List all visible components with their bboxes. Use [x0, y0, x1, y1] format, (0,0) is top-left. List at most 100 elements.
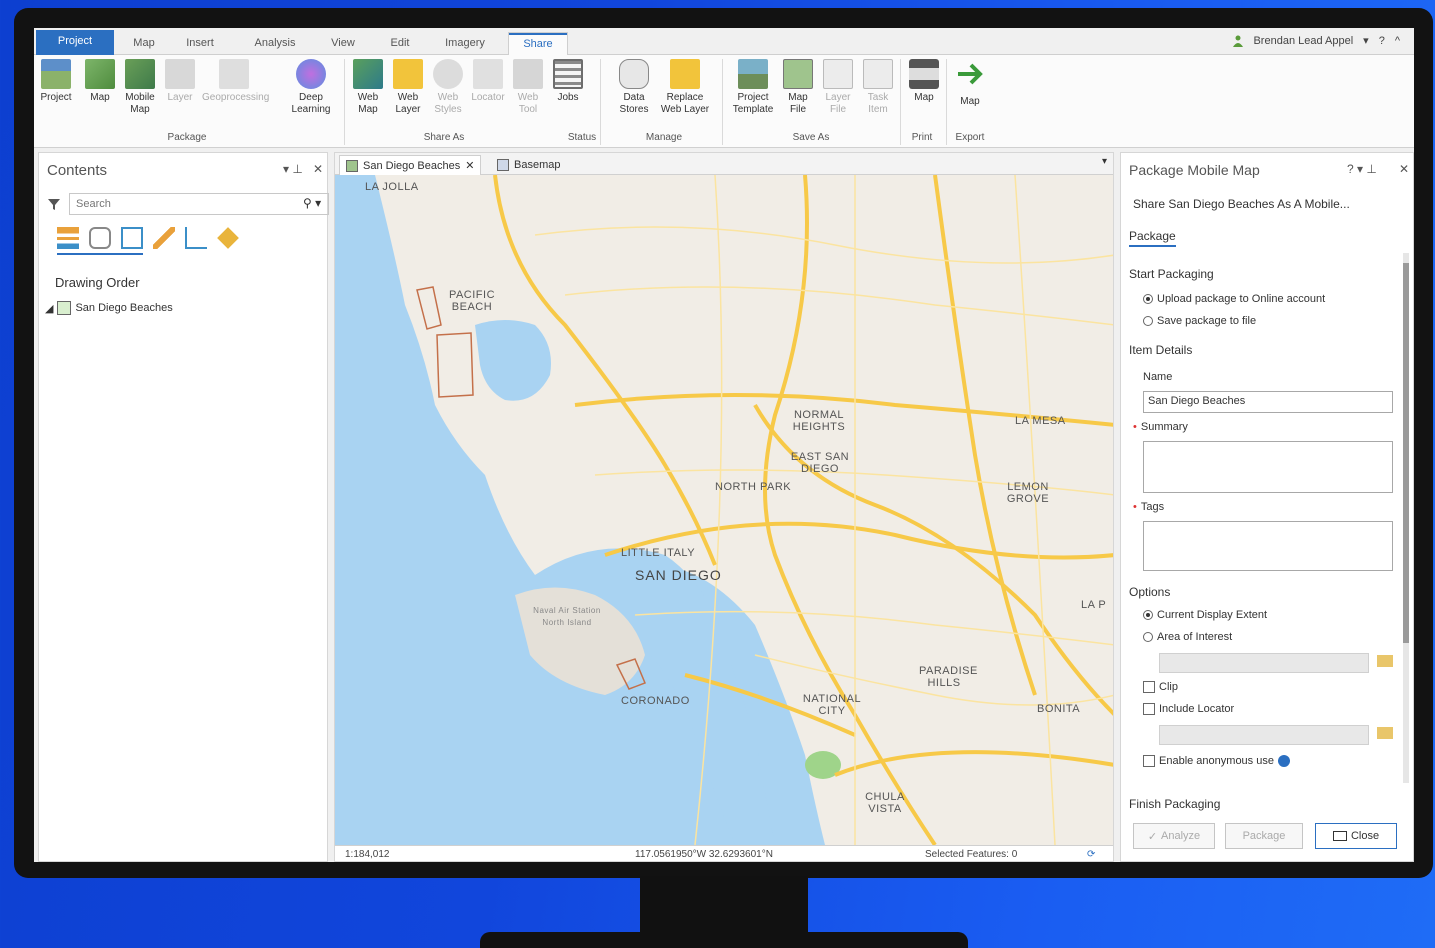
user-signin[interactable]: Brendan Lead Appel ▾ ? ^: [1233, 34, 1400, 47]
name-label: Name: [1143, 371, 1173, 383]
locator-dropdown[interactable]: [1159, 725, 1369, 745]
place-label: BONITA: [1037, 703, 1081, 715]
tab-list-icon[interactable]: ▾: [1102, 156, 1107, 167]
scale-readout[interactable]: 1:184,012: [345, 849, 390, 860]
package-layer-button[interactable]: Layer: [162, 59, 198, 104]
search-icon[interactable]: ⚲ ▾: [303, 196, 321, 210]
anonymous-use-option[interactable]: Enable anonymous use: [1143, 755, 1290, 767]
share-web-styles-button[interactable]: Web Styles: [430, 59, 466, 116]
close-window-icon: [1332, 831, 1347, 841]
share-web-layer-button[interactable]: Web Layer: [390, 59, 426, 116]
help-icon[interactable]: ?: [1379, 35, 1385, 47]
name-field[interactable]: San Diego Beaches: [1143, 391, 1393, 413]
info-icon[interactable]: [1277, 755, 1290, 767]
aoi-dropdown[interactable]: [1159, 653, 1369, 673]
save-to-file-option[interactable]: Save package to file: [1143, 315, 1256, 327]
web-styles-icon: [433, 59, 463, 89]
close-icon[interactable]: ✕: [1399, 162, 1409, 176]
search-input[interactable]: Search: [69, 193, 329, 215]
tab-view[interactable]: View: [320, 32, 366, 55]
project-template-button[interactable]: Project Template: [730, 59, 776, 116]
pane-scrollbar[interactable]: [1403, 253, 1409, 783]
tab-analysis[interactable]: Analysis: [240, 32, 310, 55]
expand-icon[interactable]: ◢: [45, 302, 53, 315]
tab-insert[interactable]: Insert: [174, 32, 226, 55]
checkbox[interactable]: [1143, 755, 1155, 767]
summary-textarea[interactable]: [1143, 441, 1393, 493]
tab-package[interactable]: Package: [1129, 229, 1176, 247]
ribbon-separator: [600, 59, 601, 145]
radio-button[interactable]: [1143, 610, 1153, 620]
package-button[interactable]: Package: [1225, 823, 1303, 849]
tab-edit[interactable]: Edit: [378, 32, 422, 55]
include-locator-option[interactable]: Include Locator: [1143, 703, 1234, 715]
tab-imagery[interactable]: Imagery: [432, 32, 498, 55]
share-web-tool-button[interactable]: Web Tool: [510, 59, 546, 116]
package-map-button[interactable]: Map: [82, 59, 118, 104]
tab-basemap[interactable]: Basemap: [491, 155, 566, 175]
checkbox[interactable]: [1143, 703, 1155, 715]
tab-project[interactable]: Project: [36, 30, 114, 55]
folder-icon[interactable]: [1377, 655, 1393, 667]
analyze-button[interactable]: ✓ Analyze: [1133, 823, 1215, 849]
user-icon: [1233, 35, 1244, 47]
pane-help-icon[interactable]: ? ▾ ⊥: [1347, 162, 1377, 176]
user-dropdown-icon[interactable]: ▾: [1363, 34, 1369, 47]
map-view[interactable]: San Diego Beaches ✕ Basemap ▾ LA JOLLA P…: [334, 152, 1114, 862]
ribbon-separator: [722, 59, 723, 145]
list-by-data-source-icon[interactable]: [89, 227, 111, 249]
layer-file-button[interactable]: Layer File: [820, 59, 856, 116]
package-mobile-map-button[interactable]: Mobile Map: [122, 59, 158, 116]
map-file-button[interactable]: Map File: [780, 59, 816, 116]
export-map-button[interactable]: Map: [952, 59, 988, 108]
ribbon-share: Project Map Mobile Map Layer Geoprocessi…: [34, 55, 1414, 148]
collapse-ribbon-icon[interactable]: ^: [1395, 35, 1400, 47]
map-status-bar: 1:184,012 117.0561950°W 32.6293601°N Sel…: [335, 845, 1113, 861]
coordinate-readout: 117.0561950°W 32.6293601°N: [635, 849, 773, 860]
print-map-button[interactable]: Map: [906, 59, 942, 104]
package-project-button[interactable]: Project: [38, 59, 74, 104]
list-by-drawing-order-icon[interactable]: [57, 227, 79, 249]
folder-icon[interactable]: [1377, 727, 1393, 739]
layer-row[interactable]: ◢ San Diego Beaches: [45, 301, 173, 315]
arcgis-pro-window: Project Map Insert Analysis View Edit Im…: [34, 28, 1414, 862]
tab-share[interactable]: Share: [508, 32, 568, 56]
tab-san-diego-beaches[interactable]: San Diego Beaches ✕: [339, 155, 482, 176]
clip-option[interactable]: Clip: [1143, 681, 1178, 693]
area-of-interest-option[interactable]: Area of Interest: [1143, 631, 1232, 643]
options-heading: Options: [1129, 585, 1171, 599]
radio-button[interactable]: [1143, 294, 1153, 304]
jobs-button[interactable]: Jobs: [550, 59, 586, 104]
deep-learning-button[interactable]: Deep Learning: [288, 59, 334, 116]
contents-view-toolbar: [57, 227, 239, 249]
package-geoprocessing-button[interactable]: Geoprocessing: [202, 59, 269, 104]
filter-icon[interactable]: [47, 197, 61, 211]
close-button[interactable]: Close: [1315, 823, 1397, 849]
share-locator-button[interactable]: Locator: [470, 59, 506, 104]
pane-options-icon[interactable]: ▾ ⊥: [283, 162, 303, 176]
radio-button[interactable]: [1143, 632, 1153, 642]
list-by-labeling-icon[interactable]: [217, 227, 239, 249]
checkbox[interactable]: [1143, 681, 1155, 693]
list-by-editing-icon[interactable]: [153, 227, 175, 249]
task-item-button[interactable]: Task Item: [860, 59, 896, 116]
upload-option[interactable]: Upload package to Online account: [1143, 293, 1325, 305]
place-label: Naval Air Station North Island: [533, 606, 601, 627]
close-icon[interactable]: ✕: [465, 156, 474, 176]
place-label: NATIONAL CITY: [802, 693, 862, 717]
export-group-label: Export: [955, 132, 985, 143]
list-by-snapping-icon[interactable]: [185, 227, 207, 249]
data-stores-button[interactable]: Data Stores: [612, 59, 656, 116]
radio-button[interactable]: [1143, 316, 1153, 326]
share-web-map-button[interactable]: Web Map: [350, 59, 386, 116]
web-tool-icon: [513, 59, 543, 89]
replace-web-layer-button[interactable]: Replace Web Layer: [658, 59, 712, 116]
current-extent-option[interactable]: Current Display Extent: [1143, 609, 1267, 621]
map-tab-label: Basemap: [514, 159, 561, 171]
list-by-selection-icon[interactable]: [121, 227, 143, 249]
ribbon-tab-bar: Project Map Insert Analysis View Edit Im…: [34, 28, 1414, 56]
tags-textarea[interactable]: [1143, 521, 1393, 571]
tab-map[interactable]: Map: [122, 32, 166, 55]
close-icon[interactable]: ✕: [313, 162, 323, 176]
refresh-icon[interactable]: ⟳: [1087, 849, 1095, 860]
